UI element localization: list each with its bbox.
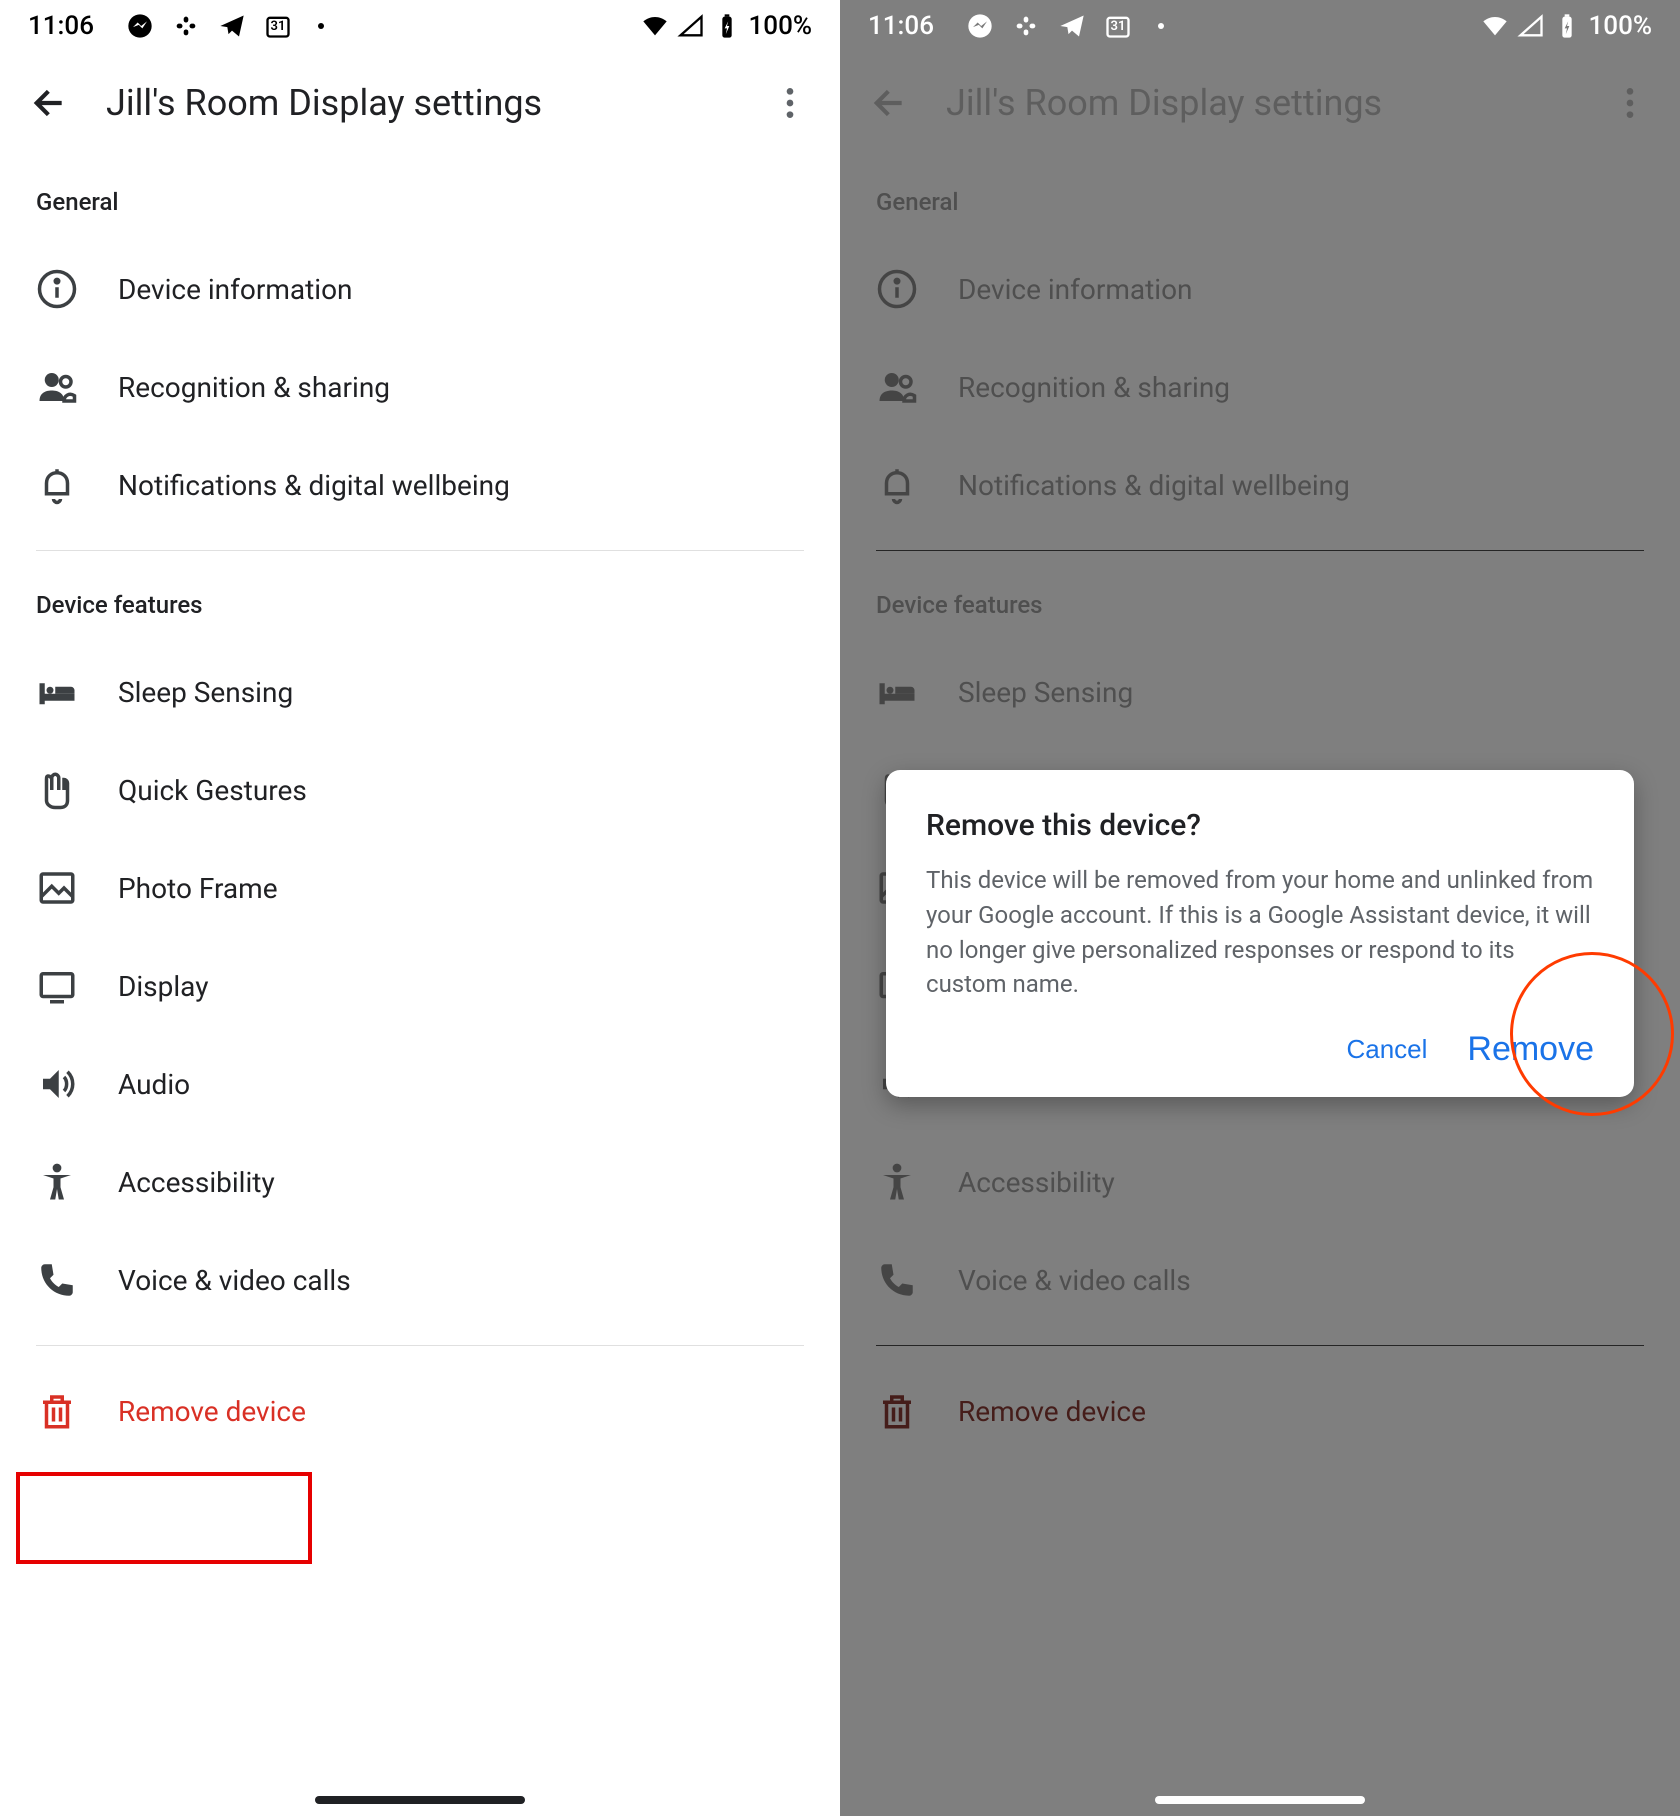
row-label: Remove device [118,1395,306,1428]
battery-icon [713,12,741,40]
audio-icon [36,1063,78,1105]
row-label: Voice & video calls [118,1264,351,1297]
more-button[interactable] [770,83,810,123]
remove-button[interactable]: Remove [1467,1030,1594,1069]
row-label: Recognition & sharing [118,371,390,404]
status-more-dot [1158,23,1164,29]
row-label: Display [118,970,208,1003]
display-icon [36,965,78,1007]
row-label: Device information [118,273,353,306]
battery-percent: 100% [749,11,812,41]
row-audio[interactable]: Audio [0,1035,840,1133]
bell-icon [36,464,78,506]
wifi-icon [1481,12,1509,40]
row-accessibility[interactable]: Accessibility [0,1133,840,1231]
row-label: Notifications & digital wellbeing [118,469,510,502]
row-photo-frame[interactable]: Photo Frame [0,839,840,937]
slack-icon [1012,12,1040,40]
row-label: Photo Frame [118,872,278,905]
status-more-dot [318,23,324,29]
messenger-icon [966,12,994,40]
phone-icon [36,1259,78,1301]
row-label: Accessibility [118,1166,275,1199]
divider [36,550,804,551]
nav-handle[interactable] [1155,1796,1365,1804]
bed-icon [36,671,78,713]
highlight-remove-device [16,1472,312,1564]
accessibility-icon [36,1161,78,1203]
status-bar: 11:06 31 100% [0,0,840,52]
back-button[interactable] [30,83,70,123]
row-device-information[interactable]: Device information [0,240,840,338]
cancel-button[interactable]: Cancel [1346,1030,1427,1069]
status-time: 11:06 [28,11,94,41]
row-voice-video-calls[interactable]: Voice & video calls [0,1231,840,1329]
row-quick-gestures[interactable]: Quick Gestures [0,741,840,839]
battery-icon [1553,12,1581,40]
section-general-label: General [0,164,840,240]
status-time: 11:06 [868,11,934,41]
app-bar: Jill's Room Display settings [0,52,840,164]
row-remove-device[interactable]: Remove device [0,1362,840,1460]
row-sleep-sensing[interactable]: Sleep Sensing [0,643,840,741]
telegram-icon [1058,12,1086,40]
status-bar: 11:06 31 100% [840,0,1680,52]
messenger-icon [126,12,154,40]
remove-device-dialog: Remove this device? This device will be … [886,770,1634,1097]
calendar-icon: 31 [264,12,292,40]
signal-icon [1517,12,1545,40]
row-recognition-sharing[interactable]: Recognition & sharing [0,338,840,436]
dialog-body: This device will be removed from your ho… [926,863,1594,1002]
divider [36,1345,804,1346]
row-label: Sleep Sensing [118,676,293,709]
row-display[interactable]: Display [0,937,840,1035]
trash-icon [36,1390,78,1432]
telegram-icon [218,12,246,40]
phone-screenshot-right: 11:06 31 100% Jill's Room Display settin… [840,0,1680,1816]
hand-icon [36,769,78,811]
nav-handle[interactable] [315,1796,525,1804]
row-label: Audio [118,1068,190,1101]
info-icon [36,268,78,310]
row-label: Quick Gestures [118,774,307,807]
row-notifications[interactable]: Notifications & digital wellbeing [0,436,840,534]
slack-icon [172,12,200,40]
dialog-title: Remove this device? [926,808,1594,843]
battery-percent: 100% [1589,11,1652,41]
wifi-icon [641,12,669,40]
page-title: Jill's Room Display settings [106,82,770,124]
phone-screenshot-left: 11:06 31 100% Jill's Room Display settin… [0,0,840,1816]
section-features-label: Device features [0,567,840,643]
photo-icon [36,867,78,909]
calendar-icon: 31 [1104,12,1132,40]
people-icon [36,366,78,408]
signal-icon [677,12,705,40]
